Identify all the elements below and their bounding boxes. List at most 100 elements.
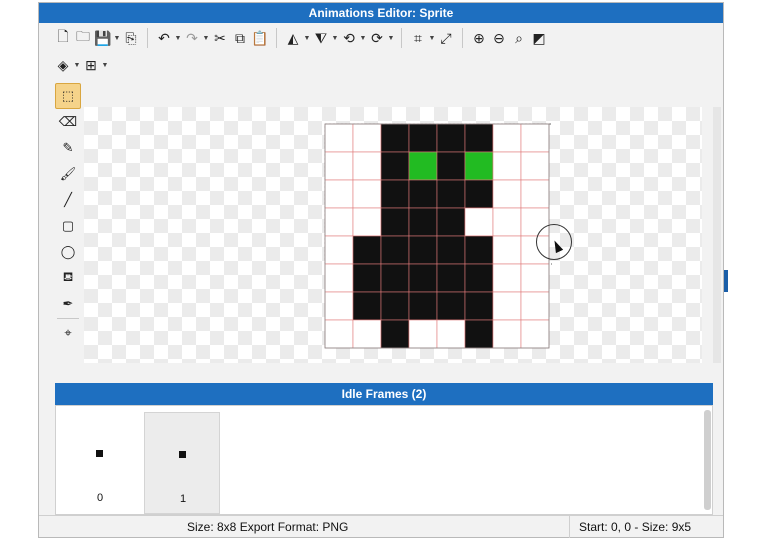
sprite-body-pixel bbox=[380, 291, 410, 321]
sprite-body-pixel bbox=[408, 235, 438, 265]
rotate-left-icon[interactable]: ⟲ bbox=[339, 27, 359, 49]
chevron-down-icon[interactable]: ▼ bbox=[428, 27, 436, 49]
toolbar-separator bbox=[147, 28, 148, 48]
sprite-eye-pixel bbox=[464, 151, 494, 181]
sprite-body-pixel bbox=[436, 235, 466, 265]
sprite-pixel-grid[interactable] bbox=[324, 123, 552, 351]
fill-tool-icon[interactable]: ⛾ bbox=[55, 265, 81, 291]
sprite-body-pixel bbox=[380, 235, 410, 265]
sprite-body-pixel bbox=[408, 263, 438, 293]
toolbar-row-2: ◈ ▼ ⊞ ▼ bbox=[53, 52, 109, 78]
chevron-down-icon[interactable]: ▼ bbox=[303, 27, 311, 49]
new-file-icon[interactable]: 🗋 bbox=[53, 27, 73, 49]
frames-panel-title: Idle Frames (2) bbox=[55, 383, 713, 405]
select-tool-icon[interactable]: ⬚ bbox=[55, 83, 81, 109]
chevron-down-icon[interactable]: ▼ bbox=[174, 27, 182, 49]
sprite-empty-pixel bbox=[520, 319, 550, 349]
sprite-empty-pixel bbox=[492, 319, 522, 349]
paste-icon[interactable]: 📋 bbox=[250, 27, 270, 49]
zoom-in-icon[interactable]: ⊕ bbox=[469, 27, 489, 49]
chevron-down-icon[interactable]: ▼ bbox=[331, 27, 339, 49]
toolbar-separator bbox=[401, 28, 402, 48]
sprite-empty-pixel bbox=[324, 291, 354, 321]
sprite-empty-pixel bbox=[520, 123, 550, 153]
chevron-down-icon[interactable]: ▼ bbox=[359, 27, 367, 49]
eraser-tool-icon[interactable]: ⌫ bbox=[55, 109, 81, 135]
undo-icon[interactable]: ↶ bbox=[154, 27, 174, 49]
save-icon[interactable]: 💾 bbox=[93, 27, 113, 49]
sprite-empty-pixel bbox=[520, 291, 550, 321]
sprite-empty-pixel bbox=[492, 179, 522, 209]
sprite-empty-pixel bbox=[464, 207, 494, 237]
sprite-empty-pixel bbox=[324, 179, 354, 209]
status-selection: Start: 0, 0 - Size: 9x5 bbox=[579, 520, 692, 534]
pencil-tool-icon[interactable]: ✎ bbox=[55, 135, 81, 161]
toolbar: 🗋 🗀 💾 ▼ ⎘ ↶ ▼ ↷ ▼ ✂ ⧉ 📋 ◭ ▼ ⧨ ▼ ⟲ ▼ ⟳ ▼ ⌗ ▼ ⤢ ⊕ ⊖ ⌕ ◩ ◈ ▼ ⊞ ▼ bbox=[53, 25, 709, 79]
redo-icon[interactable]: ↷ bbox=[182, 27, 202, 49]
frame-index-label: 0 bbox=[96, 492, 104, 504]
sprite-empty-pixel bbox=[492, 123, 522, 153]
rotate-right-icon[interactable]: ⟳ bbox=[367, 27, 387, 49]
flip-horizontal-icon[interactable]: ◭ bbox=[283, 27, 303, 49]
resize-icon[interactable]: ⤢ bbox=[436, 27, 456, 49]
chevron-down-icon[interactable]: ▼ bbox=[101, 54, 109, 76]
frames-scrollbar[interactable] bbox=[704, 410, 711, 510]
zoom-out-icon[interactable]: ⊖ bbox=[489, 27, 509, 49]
canvas-scrollbar[interactable] bbox=[713, 107, 721, 363]
sprite-body-pixel bbox=[436, 291, 466, 321]
canvas-area[interactable] bbox=[84, 107, 702, 363]
sprite-empty-pixel bbox=[352, 123, 382, 153]
origin-tool-icon[interactable]: ⌖ bbox=[55, 320, 81, 346]
chevron-down-icon[interactable]: ▼ bbox=[113, 27, 121, 49]
toolbar-separator bbox=[276, 28, 277, 48]
grid-icon[interactable]: ⊞ bbox=[81, 54, 101, 76]
chevron-down-icon[interactable]: ▼ bbox=[387, 27, 395, 49]
ellipse-tool-icon[interactable]: ◯ bbox=[55, 239, 81, 265]
eyedropper-tool-icon[interactable]: ✒ bbox=[55, 291, 81, 317]
sprite-empty-pixel bbox=[352, 207, 382, 237]
sprite-body-pixel bbox=[436, 151, 466, 181]
sprite-empty-pixel bbox=[324, 263, 354, 293]
sprite-body-pixel bbox=[436, 207, 466, 237]
sprite-body-pixel bbox=[408, 123, 438, 153]
toolbar-row-1: 🗋 🗀 💾 ▼ ⎘ ↶ ▼ ↷ ▼ ✂ ⧉ 📋 ◭ ▼ ⧨ ▼ ⟲ ▼ ⟳ ▼ ⌗ ▼ ⤢ ⊕ ⊖ ⌕ ◩ bbox=[53, 25, 549, 51]
frames-panel: 01 bbox=[55, 405, 713, 515]
sprite-empty-pixel bbox=[492, 291, 522, 321]
sprite-body-pixel bbox=[464, 319, 494, 349]
flip-vertical-icon[interactable]: ⧨ bbox=[311, 27, 331, 49]
sprite-body-pixel bbox=[380, 319, 410, 349]
sprite-body-pixel bbox=[352, 291, 382, 321]
sprite-empty-pixel bbox=[324, 123, 354, 153]
frame-thumbnail[interactable]: 1 bbox=[144, 412, 220, 514]
tool-separator bbox=[57, 318, 79, 319]
sprite-empty-pixel bbox=[324, 207, 354, 237]
sprite-empty-pixel bbox=[324, 151, 354, 181]
sprite-canvas[interactable] bbox=[324, 123, 552, 351]
frame-thumbnail[interactable]: 0 bbox=[62, 412, 138, 514]
tool-palette: ⬚ ⌫ ✎ 🖌 ╱ ▢ ◯ ⛾ ✒ ⌖ bbox=[55, 83, 81, 363]
cut-icon[interactable]: ✂ bbox=[210, 27, 230, 49]
chevron-down-icon[interactable]: ▼ bbox=[202, 27, 210, 49]
sprite-body-pixel bbox=[464, 235, 494, 265]
sprite-empty-pixel bbox=[324, 319, 354, 349]
copy-icon[interactable]: ⧉ bbox=[230, 27, 250, 49]
sprite-empty-pixel bbox=[352, 151, 382, 181]
zoom-fit-icon[interactable]: ⌕ bbox=[509, 27, 529, 49]
open-folder-icon[interactable]: 🗀 bbox=[73, 27, 93, 49]
crop-icon[interactable]: ⌗ bbox=[408, 27, 428, 49]
toggle-background-icon[interactable]: ◩ bbox=[529, 27, 549, 49]
sprite-empty-pixel bbox=[408, 319, 438, 349]
layers-icon[interactable]: ◈ bbox=[53, 54, 73, 76]
frame-index-label: 1 bbox=[179, 493, 187, 505]
line-tool-icon[interactable]: ╱ bbox=[55, 187, 81, 213]
rectangle-tool-icon[interactable]: ▢ bbox=[55, 213, 81, 239]
chevron-down-icon[interactable]: ▼ bbox=[73, 54, 81, 76]
brush-tool-icon[interactable]: 🖌 bbox=[55, 161, 81, 187]
frame-preview-image bbox=[96, 450, 103, 457]
export-icon[interactable]: ⎘ bbox=[121, 27, 141, 49]
sprite-empty-pixel bbox=[492, 263, 522, 293]
frame-preview-image bbox=[179, 451, 186, 458]
sprite-body-pixel bbox=[436, 123, 466, 153]
sprite-empty-pixel bbox=[436, 319, 466, 349]
sprite-empty-pixel bbox=[520, 151, 550, 181]
